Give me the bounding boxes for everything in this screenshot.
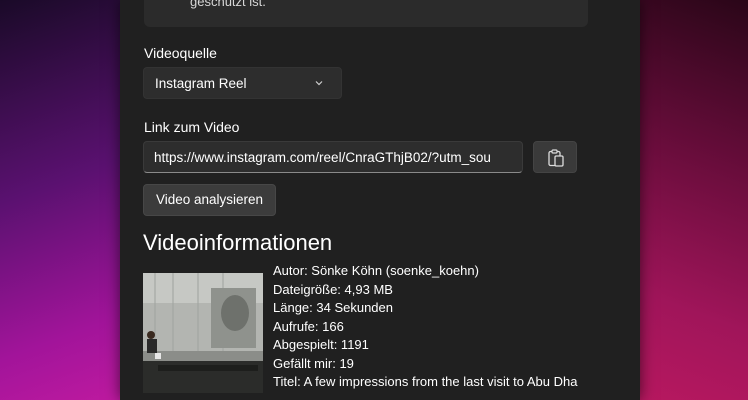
- video-thumbnail: [143, 273, 263, 393]
- video-link-input[interactable]: https://www.instagram.com/reel/CnraGThjB…: [143, 141, 523, 173]
- clipboard-paste-icon: [548, 149, 564, 167]
- info-filesize: Dateigröße: 4,93 MB: [273, 281, 393, 297]
- video-source-selected: Instagram Reel: [155, 76, 247, 91]
- video-info-list: Autor: Sönke Köhn (soenke_koehn) Dateigr…: [273, 262, 599, 392]
- video-link-value: https://www.instagram.com/reel/CnraGThjB…: [154, 150, 491, 165]
- video-link-label: Link zum Video: [144, 119, 240, 135]
- info-author: Autor: Sönke Köhn (soenke_koehn): [273, 263, 479, 278]
- notice-card: geschützt ist.: [144, 0, 588, 27]
- video-source-dropdown[interactable]: Instagram Reel: [143, 67, 342, 99]
- analyze-video-button[interactable]: Video analysieren: [143, 184, 276, 216]
- app-window: geschützt ist. Videoquelle Instagram Ree…: [120, 0, 640, 400]
- info-likes: Gefällt mir: 19: [273, 355, 354, 371]
- info-views: Aufrufe: 166: [273, 318, 344, 334]
- info-plays: Abgespielt: 1191: [273, 337, 369, 352]
- info-length: Länge: 34 Sekunden: [273, 300, 393, 315]
- desktop-wallpaper-left: [0, 0, 140, 400]
- desktop-wallpaper-right: [628, 0, 748, 400]
- info-title: Titel: A few impressions from the last v…: [273, 374, 578, 389]
- video-info-title: Videoinformationen: [143, 230, 333, 255]
- chevron-down-icon: [315, 81, 323, 86]
- paste-button[interactable]: [533, 141, 577, 173]
- notice-text: geschützt ist.: [190, 0, 266, 9]
- video-source-label: Videoquelle: [144, 45, 217, 61]
